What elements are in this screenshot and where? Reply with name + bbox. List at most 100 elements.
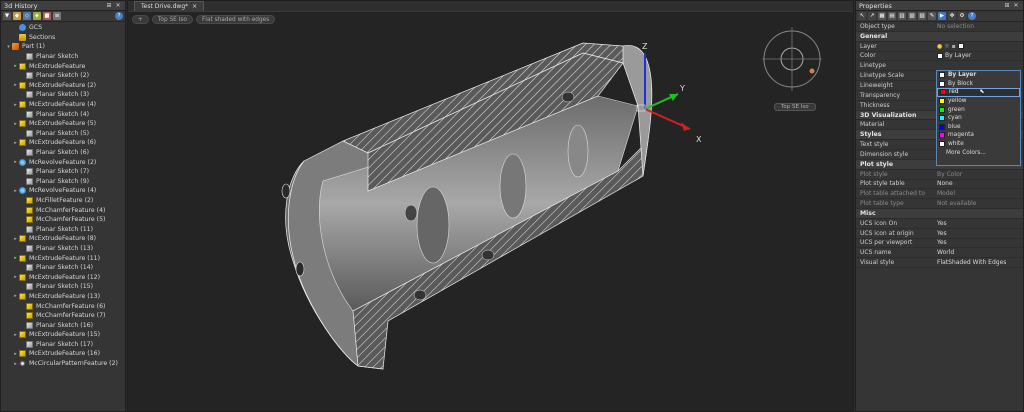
model-canvas[interactable]: Z Y X <box>128 1 855 412</box>
quick-select-icon[interactable]: ▶ <box>938 12 946 20</box>
close-icon[interactable]: ✕ <box>1012 2 1020 10</box>
tree-item[interactable]: McChamferFeature (7) <box>1 311 125 321</box>
tree-item[interactable]: Planar Sketch (7) <box>1 167 125 177</box>
color-option[interactable]: white <box>937 140 1020 149</box>
cad-part-model[interactable] <box>281 42 653 370</box>
bulb-icon[interactable]: ● <box>937 43 942 50</box>
tree-item[interactable]: ▾ Part (1) <box>1 42 125 52</box>
tree-item[interactable]: ▸ McExtrudeFeature (15) <box>1 330 125 340</box>
expand-toggle-icon[interactable]: ▸ <box>12 121 19 127</box>
tree-item[interactable]: McFilletFeature (2) <box>1 196 125 206</box>
tree-item[interactable]: Planar Sketch (16) <box>1 320 125 330</box>
tree-item[interactable]: ▸ McRevolveFeature (4) <box>1 186 125 196</box>
color-option[interactable]: magenta <box>937 131 1020 140</box>
help-icon[interactable]: ? <box>968 12 976 20</box>
tree-item[interactable]: McChamferFeature (4) <box>1 205 125 215</box>
property-value[interactable]: Yes <box>934 220 1023 227</box>
help-icon[interactable]: ? <box>115 12 123 20</box>
pick-icon[interactable]: ✥ <box>948 12 956 20</box>
tree-item[interactable]: ▸ McCircularPatternFeature (2) <box>1 359 125 369</box>
section-tool-icon[interactable]: ■ <box>43 12 51 20</box>
tree-item[interactable]: Planar Sketch (3) <box>1 90 125 100</box>
color-option[interactable]: More Colors... <box>937 148 1020 157</box>
navcube-view-label[interactable]: Top SE Iso <box>774 103 816 111</box>
expand-toggle-icon[interactable]: ▸ <box>12 293 19 299</box>
property-value[interactable]: Yes <box>934 239 1023 246</box>
property-value[interactable]: Yes <box>934 230 1023 237</box>
section-misc[interactable]: Misc <box>856 209 1023 219</box>
lock-icon[interactable]: ▪ <box>952 43 956 50</box>
property-value[interactable]: Model <box>934 190 1023 197</box>
tree-item[interactable]: ▸ McExtrudeFeature <box>1 61 125 71</box>
expand-toggle-icon[interactable]: ▸ <box>12 188 19 194</box>
select-icon[interactable]: ↖ <box>858 12 866 20</box>
filter-icon[interactable]: ⚙ <box>958 12 966 20</box>
section-general[interactable]: General <box>856 31 1023 42</box>
tree-item[interactable]: Planar Sketch (9) <box>1 177 125 187</box>
sun-icon[interactable]: ☼ <box>944 43 949 50</box>
select-add-icon[interactable]: ↗ <box>868 12 876 20</box>
color-dropdown[interactable]: By Layer By Block red ⬉ yellow green cyan blue m… <box>936 70 1021 166</box>
color-option[interactable]: yellow <box>937 97 1020 106</box>
property-value[interactable]: By Layer <box>934 52 1023 59</box>
tree-item[interactable]: ▸ McExtrudeFeature (5) <box>1 119 125 129</box>
tree-item[interactable]: Planar Sketch (4) <box>1 109 125 119</box>
expand-toggle-icon[interactable]: ▸ <box>12 140 19 146</box>
tree-item[interactable]: Planar Sketch (2) <box>1 71 125 81</box>
layers-icon[interactable]: ▧ <box>908 12 916 20</box>
pin-icon[interactable]: ⊞ <box>105 2 113 10</box>
sketch-tool-icon[interactable]: ◇ <box>23 12 31 20</box>
tree-item[interactable]: Planar Sketch (14) <box>1 263 125 273</box>
tree-item[interactable]: ▸ McExtrudeFeature (16) <box>1 349 125 359</box>
navigation-cube[interactable]: Top SE Iso <box>760 19 824 111</box>
color-option[interactable]: cyan <box>937 114 1020 123</box>
expand-toggle-icon[interactable]: ▾ <box>5 44 12 50</box>
tree-item[interactable]: ▸ McRevolveFeature (2) <box>1 157 125 167</box>
table-icon[interactable]: ▤ <box>888 12 896 20</box>
collapse-tool-icon[interactable]: ≡ <box>53 12 61 20</box>
expand-toggle-icon[interactable]: ▸ <box>12 236 19 242</box>
tree-item[interactable]: Planar Sketch (17) <box>1 340 125 350</box>
grid-icon[interactable]: ▦ <box>878 12 886 20</box>
feature-tool-icon[interactable]: ◈ <box>33 12 41 20</box>
tree-item[interactable]: Planar Sketch (15) <box>1 282 125 292</box>
expand-toggle-icon[interactable]: ▸ <box>12 63 19 69</box>
expand-toggle-icon[interactable]: ▸ <box>12 255 19 261</box>
property-value[interactable]: None <box>934 180 1023 187</box>
tree-item[interactable]: McChamferFeature (5) <box>1 215 125 225</box>
property-value[interactable]: FlatShaded With Edges <box>934 259 1023 266</box>
property-value[interactable]: By Color <box>934 171 1023 178</box>
tree-item[interactable]: ▸ McExtrudeFeature (12) <box>1 272 125 282</box>
property-value[interactable]: World <box>934 249 1023 256</box>
tree-item[interactable]: Planar Sketch (5) <box>1 129 125 139</box>
expand-toggle-icon[interactable]: ▸ <box>12 159 19 165</box>
tree-item[interactable]: Sections <box>1 33 125 43</box>
tree-item[interactable]: GCS <box>1 23 125 33</box>
tree-item[interactable]: Planar Sketch (13) <box>1 244 125 254</box>
color-option[interactable]: blue <box>937 123 1020 132</box>
tree-item[interactable]: Planar Sketch <box>1 52 125 62</box>
property-value[interactable]: Not available <box>934 200 1023 207</box>
color-option[interactable]: By Layer <box>937 71 1020 80</box>
filter-icon[interactable]: ▼ <box>3 12 11 20</box>
color-option[interactable]: By Block <box>937 80 1020 89</box>
tree-item[interactable]: Planar Sketch (11) <box>1 224 125 234</box>
color-option[interactable]: green <box>937 105 1020 114</box>
tree-item[interactable]: ▸ McExtrudeFeature (11) <box>1 253 125 263</box>
property-value[interactable]: ● ☼ ▪ <box>934 43 1023 50</box>
tree-item[interactable]: ▸ McExtrudeFeature (2) <box>1 81 125 91</box>
close-icon[interactable]: ✕ <box>114 2 122 10</box>
tree-item[interactable]: ▸ McExtrudeFeature (13) <box>1 292 125 302</box>
block-icon[interactable]: ▨ <box>918 12 926 20</box>
expand-toggle-icon[interactable]: ▸ <box>12 274 19 280</box>
expand-toggle-icon[interactable]: ▸ <box>12 82 19 88</box>
list-icon[interactable]: ▥ <box>898 12 906 20</box>
tree-item[interactable]: ▸ McExtrudeFeature (4) <box>1 100 125 110</box>
part-tool-icon[interactable]: ◆ <box>13 12 21 20</box>
color-option[interactable]: red ⬉ <box>937 88 1020 97</box>
edit-icon[interactable]: ✎ <box>928 12 936 20</box>
tree-item[interactable]: Planar Sketch (6) <box>1 148 125 158</box>
expand-toggle-icon[interactable]: ▸ <box>12 102 19 108</box>
viewport[interactable]: Test Drive.dwg* × + Top SE Iso Flat shad… <box>127 0 854 412</box>
expand-toggle-icon[interactable]: ▸ <box>12 361 19 367</box>
